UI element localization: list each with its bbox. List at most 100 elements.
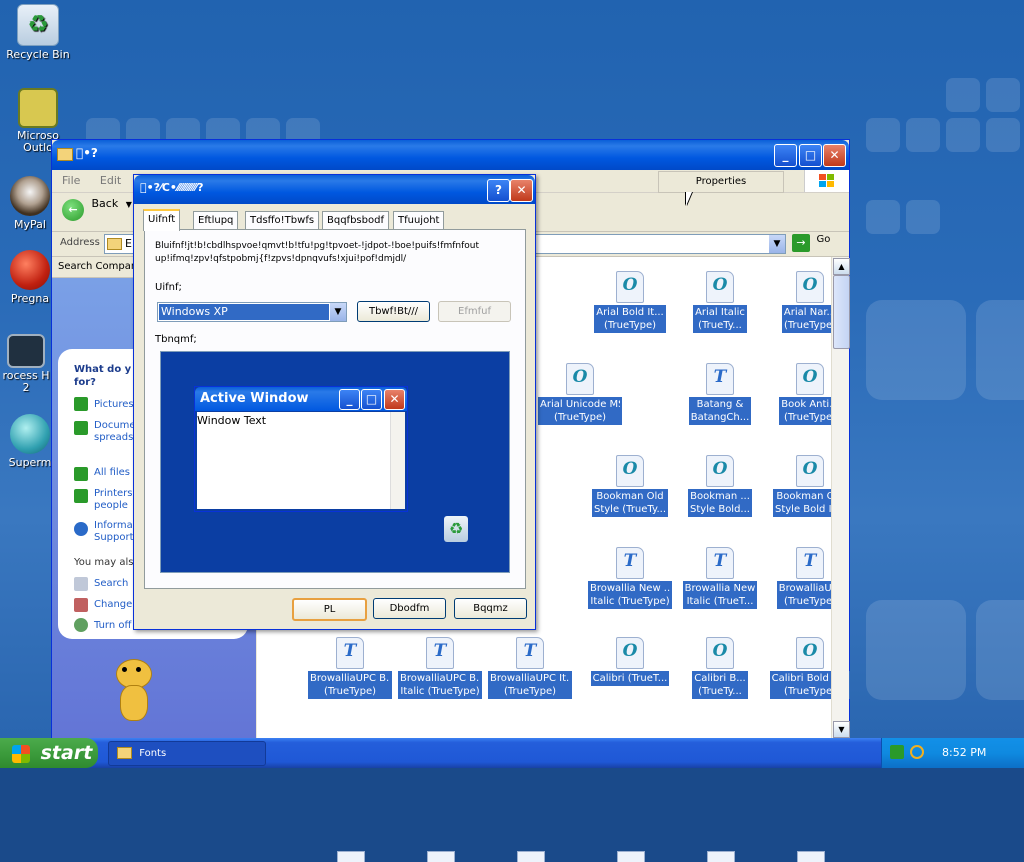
font-file-name: Calibri (TrueT... [592, 673, 668, 684]
font-glyph: O [802, 641, 818, 661]
font-file-name: Arial Nar... [783, 307, 837, 318]
truetype-font-icon: T [706, 547, 734, 579]
also-link-search[interactable]: Search [94, 578, 128, 590]
font-file-name: BrowalliaUPC B... [400, 673, 480, 684]
vertical-scrollbar[interactable]: ▲ ▼ [831, 257, 850, 739]
opentype-font-icon: O [616, 271, 644, 303]
properties-label: Properties [695, 176, 747, 187]
also-link-turn-off[interactable]: Turn off [94, 620, 131, 632]
opentype-font-icon[interactable] [517, 851, 545, 862]
network-icon[interactable] [890, 745, 904, 759]
font-file-type: (TrueTy... [698, 320, 742, 331]
arrow-icon [74, 489, 88, 503]
delete-label: Efmfuf [458, 306, 491, 317]
assistant-link-printers[interactable]: Printers people [94, 488, 132, 512]
go-button[interactable]: → Go [792, 234, 830, 252]
font-file-label: Browallia New ... Italic (TrueType) [588, 581, 672, 609]
opentype-font-icon: O [616, 455, 644, 487]
font-file-item[interactable]: T BrowalliaUPC B... Italic (TrueType) [398, 637, 482, 701]
font-file-item[interactable]: O Calibri B... (TrueTy... [678, 637, 762, 701]
ok-label: PL [323, 604, 336, 615]
clock[interactable]: 8:52 PM [942, 746, 986, 759]
tab-appearance[interactable]: Bqqfbsbodf [322, 211, 389, 229]
font-glyph: O [712, 641, 728, 661]
font-file-item[interactable]: T Browallia New Italic (TrueT... [678, 547, 762, 611]
address-value: E [125, 237, 132, 250]
windows-logo-icon [804, 170, 849, 192]
search-companion-label: Search Compan [58, 261, 138, 272]
opentype-font-icon[interactable] [797, 851, 825, 862]
save-as-label: Tbwf!Bt/// [368, 306, 419, 317]
truetype-font-icon: T [336, 637, 364, 669]
font-file-type: (TrueType) [783, 320, 836, 331]
font-file-name: Bookman ... [690, 491, 750, 502]
opentype-font-icon[interactable] [617, 851, 645, 862]
close-button[interactable]: ✕ [823, 144, 846, 167]
font-file-item[interactable]: O Arial Bold It... (TrueType) [588, 271, 672, 335]
help-button[interactable]: ? [487, 179, 510, 202]
tab-themes[interactable]: Uifnft [143, 209, 181, 231]
assistant-link-pictures[interactable]: Pictures [94, 399, 134, 411]
taskbar: start Fonts 8:52 PM [0, 738, 1024, 768]
folder-icon [117, 747, 132, 759]
scroll-up-button[interactable]: ▲ [833, 258, 850, 275]
font-glyph: T [343, 641, 357, 661]
font-file-label: Browallia New Italic (TrueT... [682, 581, 758, 609]
delete-button[interactable]: Efmfuf [438, 301, 511, 322]
ok-button[interactable]: PL [292, 598, 367, 621]
font-file-label: BrowalliaUPC B... Italic (TrueType) [398, 671, 482, 699]
font-file-item[interactable]: T BrowalliaUPC B... (TrueType) [308, 637, 392, 701]
tab-label: Tfuujoht [398, 215, 440, 226]
minimize-button[interactable]: _ [774, 144, 797, 167]
font-file-item[interactable]: O Arial Italic (TrueTy... [678, 271, 762, 335]
preview-close-icon: ✕ [384, 389, 405, 410]
also-link-change[interactable]: Change [94, 599, 132, 611]
font-file-item[interactable]: T Batang & BatangCh... [678, 363, 762, 427]
chevron-down-icon[interactable]: ▼ [330, 303, 346, 321]
dialog-title-bar[interactable]:  •?⁄C•⁄⁄⁄⁄⁄⁄⁄⁄⁄⁄⁄? ? ✕ [134, 175, 535, 204]
theme-description: Bluifnf!jt!b!cbdlhspvoe!qmvt!b!tfu!pg!tp… [155, 241, 480, 264]
font-file-item[interactable]: T Browallia New ... Italic (TrueType) [588, 547, 672, 611]
font-file-item[interactable]: T BrowalliaUPC It... (TrueType) [488, 637, 572, 701]
tab-desktop[interactable]: Eftlupq [193, 211, 239, 229]
search-icon[interactable] [910, 745, 924, 759]
opentype-font-icon[interactable] [707, 851, 735, 862]
desktop-icon-recycle-bin[interactable]: ♻ Recycle Bin [0, 4, 78, 61]
explorer-title-bar[interactable]:  •? _ □ ✕ [52, 140, 849, 170]
font-file-item[interactable]: O Bookman Old Style (TrueTy... [588, 455, 672, 519]
font-file-name: Arial Unicode MS [540, 399, 620, 410]
font-file-label: Bookman Old Style (TrueTy... [591, 489, 669, 517]
font-file-name: Arial Italic [695, 307, 745, 318]
font-file-type: Italic (TrueType) [590, 596, 670, 607]
font-file-name: Calibri B... [694, 673, 746, 684]
menu-edit[interactable]: Edit [100, 174, 121, 187]
taskbar-item-fonts[interactable]: Fonts [108, 741, 266, 766]
theme-select[interactable]: Windows XP ▼ [157, 302, 347, 322]
scroll-down-button[interactable]: ▼ [833, 721, 850, 738]
start-button[interactable]: start [0, 738, 98, 768]
tab-settings[interactable]: Tfuujoht [393, 211, 445, 229]
font-file-item[interactable]: O Calibri (TrueT... [588, 637, 672, 688]
apply-button[interactable]: Bqqmz [454, 598, 527, 619]
opentype-font-icon[interactable] [337, 851, 365, 862]
font-file-type: (TrueType) [603, 320, 656, 331]
font-file-type: (TrueType) [323, 686, 376, 697]
dialog-close-button[interactable]: ✕ [510, 179, 533, 202]
cancel-button[interactable]: Dbodfm [373, 598, 446, 619]
save-as-button[interactable]: Tbwf!Bt/// [357, 301, 430, 322]
preview-maximize-icon: □ [361, 389, 382, 410]
opentype-font-icon[interactable] [427, 851, 455, 862]
scroll-thumb[interactable] [833, 275, 850, 349]
back-button[interactable]: ← Back ▼ [62, 197, 132, 223]
assistant-heading: What do y for? [74, 364, 132, 388]
maximize-button[interactable]: □ [799, 144, 822, 167]
assistant-link-information[interactable]: Informat Support [94, 520, 137, 544]
address-dropdown-button[interactable]: ▼ [769, 235, 785, 253]
font-file-item[interactable]: O Arial Unicode MS (TrueType) [538, 363, 622, 427]
properties-button[interactable]: Properties [658, 171, 784, 193]
font-file-item[interactable]: O Bookman ... Style Bold... [678, 455, 762, 519]
opentype-font-icon: O [706, 271, 734, 303]
tab-label: Bqqfbsbodf [327, 215, 384, 226]
menu-file[interactable]: File [62, 174, 80, 187]
tab-screen-saver[interactable]: Tdsffo!Tbwfs [245, 211, 320, 229]
